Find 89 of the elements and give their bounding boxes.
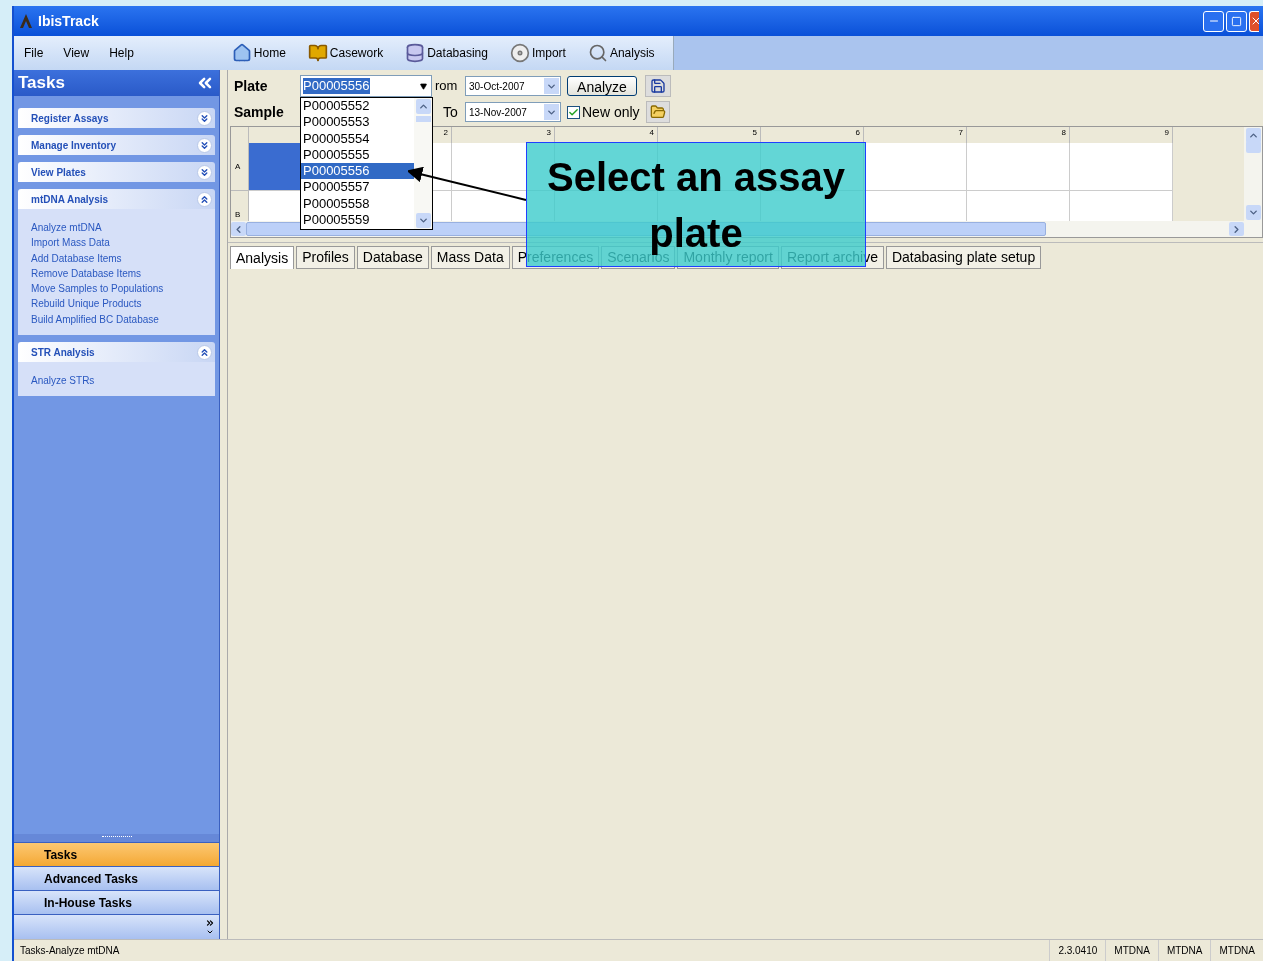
plate-option[interactable]: P00005557 <box>301 179 414 196</box>
status-panel: MTDNA <box>1210 940 1263 961</box>
task-link[interactable]: Build Amplified BC Database <box>31 311 202 328</box>
database-icon <box>405 43 426 63</box>
collapse-icon <box>197 344 212 360</box>
plate-option[interactable]: P00005556 <box>301 163 414 180</box>
plate-option[interactable]: P00005558 <box>301 195 414 213</box>
toolbar-button[interactable]: Analysis <box>587 43 655 63</box>
close-button[interactable] <box>1249 10 1259 32</box>
status-panel: 2.3.0410 <box>1049 940 1106 961</box>
nav-item[interactable]: Advanced Tasks <box>14 866 219 890</box>
scroll-down-button[interactable] <box>1245 205 1261 220</box>
chevron-down-icon <box>1247 207 1259 218</box>
plate-label: Plate <box>234 76 269 96</box>
expand-icon <box>197 110 212 126</box>
expand-icon <box>197 137 212 153</box>
toolbar-button[interactable]: Home <box>231 43 286 63</box>
close-icon <box>1250 15 1259 27</box>
scroll-thumb[interactable] <box>1245 141 1261 153</box>
expand-icon <box>197 164 212 180</box>
minimize-button[interactable] <box>1203 10 1224 32</box>
status-panel: MTDNA <box>1157 940 1211 961</box>
tab[interactable]: Mass Data <box>430 246 510 269</box>
tab[interactable]: Databasing plate setup <box>885 246 1042 269</box>
from-date-field[interactable]: 30-Oct-2007 <box>465 76 561 96</box>
from-label: rom <box>435 77 459 96</box>
book-icon <box>307 43 328 63</box>
plate-cell[interactable] <box>864 143 967 191</box>
chevron-up-icon <box>1247 130 1259 141</box>
search-icon <box>587 43 608 63</box>
task-link[interactable]: Move Samples to Populations <box>31 281 202 297</box>
disc-icon <box>509 43 530 63</box>
status-text: Tasks-Analyze mtDNA <box>19 944 120 958</box>
scroll-left-button[interactable] <box>231 222 246 236</box>
sample-label: Sample <box>234 102 285 122</box>
task-link[interactable]: Remove Database Items <box>31 265 202 282</box>
scroll-right-button[interactable] <box>1229 222 1244 236</box>
task-link[interactable]: Rebuild Unique Products <box>31 296 202 312</box>
task-group-header[interactable]: Register Assays <box>18 108 215 128</box>
open-folder-button[interactable] <box>645 101 670 123</box>
plate-combo-box[interactable]: P00005556 <box>300 75 432 97</box>
splitter-grip[interactable] <box>14 834 219 842</box>
dropdown-icon <box>544 104 559 120</box>
scroll-up-icon[interactable] <box>415 99 431 114</box>
toolbar-button[interactable]: Databasing <box>405 43 488 63</box>
new-only-checkbox[interactable]: New only <box>567 101 640 123</box>
tab[interactable]: Analysis <box>230 246 295 269</box>
menu-item[interactable]: Help <box>99 44 144 62</box>
maximize-button[interactable] <box>1226 10 1247 32</box>
task-group-header[interactable]: STR Analysis <box>18 342 215 363</box>
tab[interactable]: Database <box>356 246 429 269</box>
task-group-header[interactable]: Manage Inventory <box>18 135 215 155</box>
folder-icon <box>649 104 666 120</box>
app-logo-icon <box>18 13 34 29</box>
scroll-down-icon[interactable] <box>415 213 431 228</box>
to-date-field[interactable]: 13-Nov-2007 <box>465 102 561 122</box>
plate-option[interactable]: P00005555 <box>301 146 414 164</box>
scroll-thumb[interactable] <box>415 115 431 122</box>
task-group-header[interactable]: mtDNA Analysis <box>18 189 215 209</box>
sidebar-title: Tasks <box>18 72 65 95</box>
plate-cell[interactable] <box>1070 143 1173 191</box>
task-link[interactable]: Analyze STRs <box>31 373 202 389</box>
vertical-scrollbar[interactable] <box>1244 127 1262 221</box>
task-link[interactable]: Analyze mtDNA <box>31 220 202 236</box>
menu-item[interactable]: View <box>53 44 100 62</box>
plate-option[interactable]: P00005559 <box>301 212 414 229</box>
dropdown-icon <box>544 78 559 94</box>
chevron-right-icon <box>1231 223 1242 235</box>
task-group-header[interactable]: View Plates <box>18 162 215 182</box>
toolbar-button[interactable]: Casework <box>307 43 384 63</box>
plate-option[interactable]: P00005552 <box>301 98 414 115</box>
save-button[interactable] <box>645 75 671 97</box>
analyze-button[interactable]: Analyze <box>567 76 637 96</box>
nav-item[interactable]: In-House Tasks <box>14 890 219 914</box>
house-icon <box>231 43 252 63</box>
save-icon <box>650 78 666 94</box>
plate-cell[interactable] <box>967 143 1070 191</box>
task-link[interactable]: Import Mass Data <box>31 235 202 251</box>
more-options-icon[interactable] <box>205 918 215 936</box>
menu-item[interactable]: File <box>14 44 54 62</box>
to-label: To <box>443 102 459 122</box>
toolbar-button[interactable]: Import <box>509 43 566 63</box>
nav-item[interactable]: Tasks <box>14 842 219 866</box>
maximize-icon <box>1231 15 1242 27</box>
window-title: IbisTrack <box>38 11 99 31</box>
collapse-icon <box>197 191 212 207</box>
task-link[interactable]: Add Database Items <box>31 250 202 266</box>
status-panel: MTDNA <box>1105 940 1158 961</box>
tab[interactable]: Profiles <box>296 246 355 269</box>
